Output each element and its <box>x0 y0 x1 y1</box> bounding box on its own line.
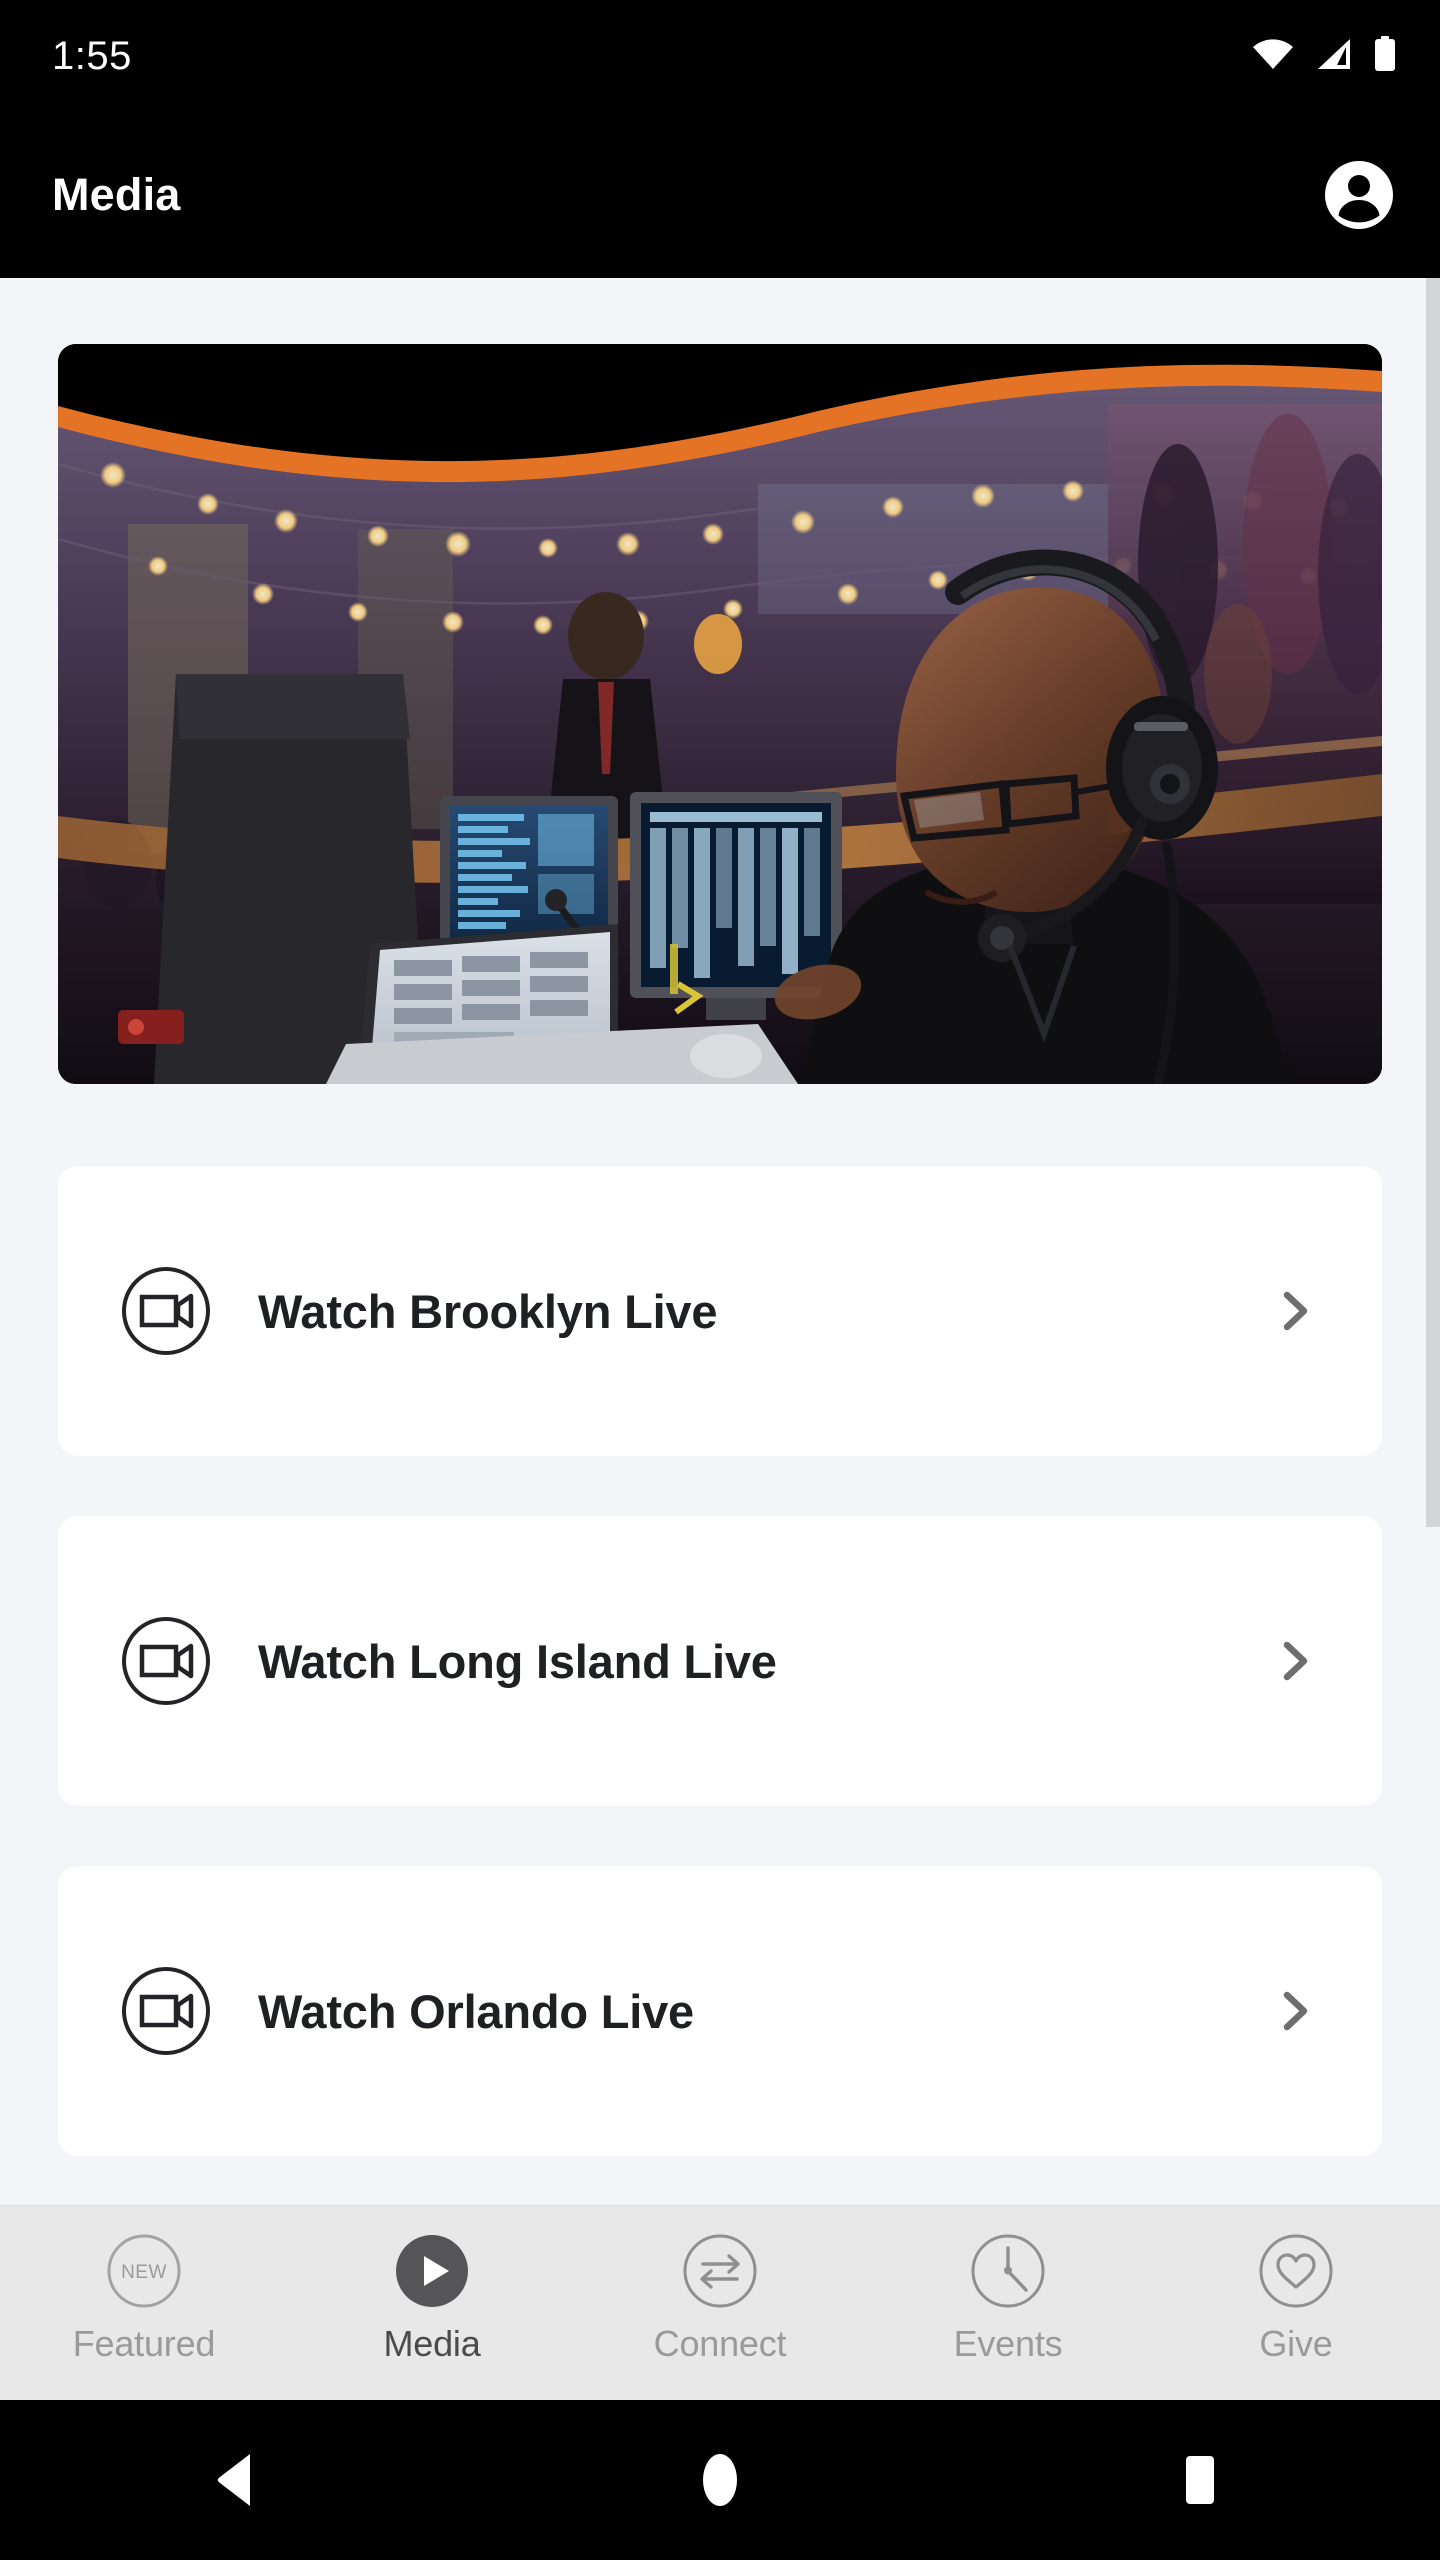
vertical-scrollbar-thumb[interactable] <box>1426 278 1440 1527</box>
nav-item-featured[interactable]: NEW Featured <box>0 2206 288 2365</box>
status-bar: 1:55 <box>0 0 1440 112</box>
chevron-right-icon[interactable] <box>1270 1636 1320 1686</box>
android-system-nav <box>0 2400 1440 2560</box>
nav-label-media: Media <box>383 2323 481 2364</box>
app-bar: Media <box>0 112 1440 278</box>
chevron-right-icon[interactable] <box>1270 1286 1320 1336</box>
list-item-label: Watch Long Island Live <box>258 1634 777 1688</box>
list-item-label: Watch Orlando Live <box>258 1984 694 2038</box>
nav-item-media[interactable]: Media <box>288 2206 576 2365</box>
list-item-label: Watch Brooklyn Live <box>258 1284 718 1338</box>
nav-item-connect[interactable]: Connect <box>576 2206 864 2365</box>
back-triangle-icon[interactable] <box>180 2420 300 2540</box>
battery-icon <box>1374 35 1396 77</box>
scroll-content[interactable]: Watch Brooklyn Live Watch Long Island Li… <box>0 278 1440 2205</box>
svg-text:NEW: NEW <box>121 2262 167 2283</box>
video-camera-icon <box>120 1615 212 1707</box>
video-camera-icon <box>120 1965 212 2057</box>
status-bar-clock: 1:55 <box>52 33 132 78</box>
list-item[interactable]: Watch Orlando Live <box>58 1866 1382 2156</box>
cellular-signal-icon <box>1316 38 1352 75</box>
clock-icon <box>969 2232 1047 2310</box>
home-circle-icon[interactable] <box>660 2420 780 2540</box>
nav-label-featured: Featured <box>72 2323 216 2364</box>
heart-icon <box>1257 2232 1335 2310</box>
exchange-arrows-icon <box>681 2232 759 2310</box>
bottom-navigation-bar: NEW Featured Media Connect Events Give <box>0 2205 1440 2400</box>
page-title: Media <box>52 169 181 220</box>
nav-label-give: Give <box>1259 2323 1333 2364</box>
hero-photo <box>58 344 1382 1084</box>
nav-item-give[interactable]: Give <box>1152 2206 1440 2365</box>
nav-item-events[interactable]: Events <box>864 2206 1152 2365</box>
recents-square-icon[interactable] <box>1140 2420 1260 2540</box>
nav-label-events: Events <box>953 2323 1063 2364</box>
new-badge-icon: NEW <box>105 2232 183 2310</box>
video-camera-icon <box>120 1265 212 1357</box>
wifi-icon <box>1252 38 1294 75</box>
play-circle-icon <box>393 2232 471 2310</box>
nav-label-connect: Connect <box>653 2323 787 2364</box>
status-bar-icons <box>1252 35 1396 77</box>
account-circle-icon[interactable] <box>1322 158 1396 232</box>
list-item[interactable]: Watch Long Island Live <box>58 1516 1382 1806</box>
hero-image[interactable] <box>58 344 1382 1084</box>
chevron-right-icon[interactable] <box>1270 1986 1320 2036</box>
list-item[interactable]: Watch Brooklyn Live <box>58 1166 1382 1456</box>
